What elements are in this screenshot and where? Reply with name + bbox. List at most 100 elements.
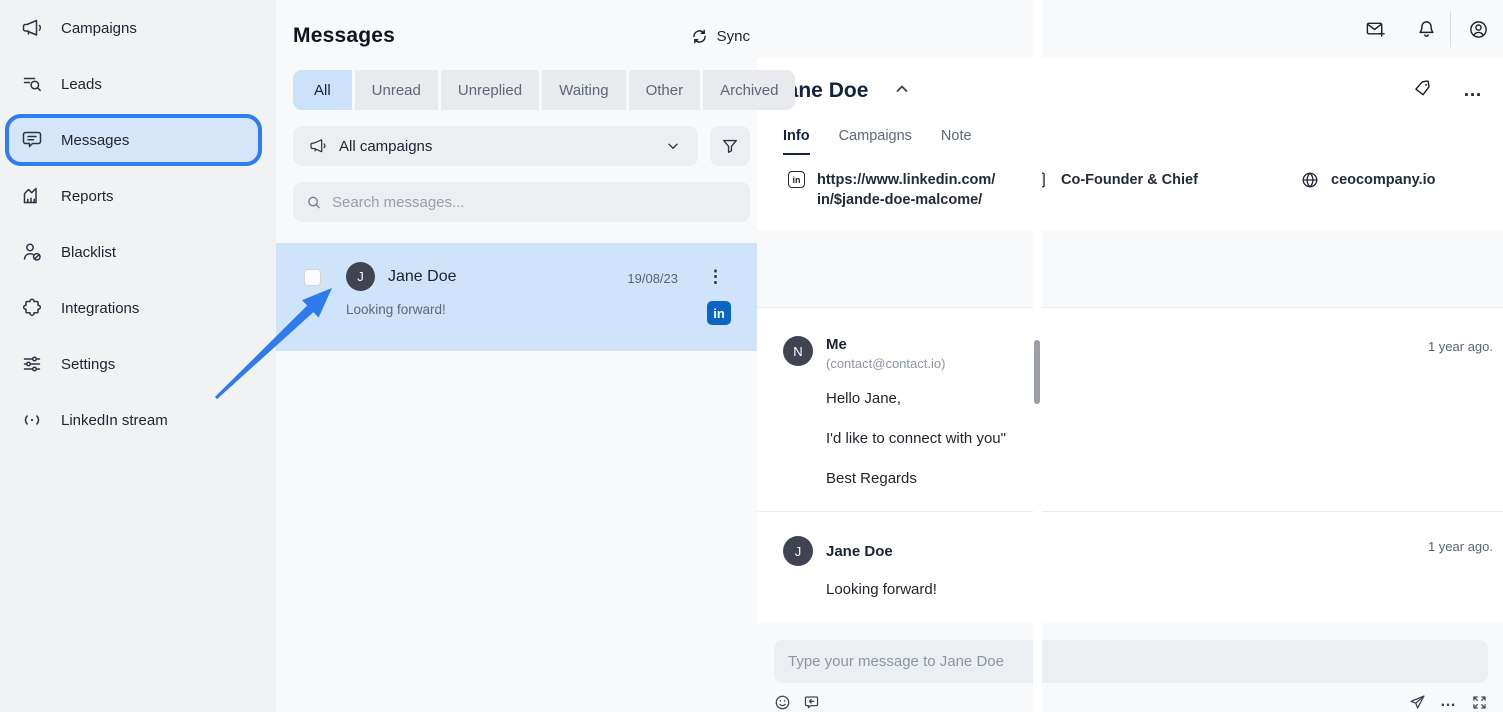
topbar-divider <box>1450 11 1451 47</box>
collapse-button[interactable] <box>895 82 909 101</box>
expand-button[interactable] <box>1471 694 1488 711</box>
message-sender-email: (contact@contact.io) <box>826 356 945 371</box>
chevron-down-icon <box>664 137 682 155</box>
contact-info-card: Jane Doe … Info Campaigns Note in https:… <box>757 58 1503 230</box>
new-message-button[interactable] <box>1365 19 1386 40</box>
scrollbar-thumb[interactable] <box>1034 340 1040 404</box>
linkedin-outline-icon: in <box>788 171 805 188</box>
sidebar-item-campaigns[interactable]: Campaigns <box>0 2 276 54</box>
contact-tabs: Info Campaigns Note <box>783 128 1487 155</box>
sidebar-item-reports[interactable]: Reports <box>0 170 276 222</box>
puzzle-icon <box>21 297 43 319</box>
messages-panel: Messages Sync All Unread Unreplied Waiti… <box>276 0 757 712</box>
mail-plus-icon <box>1365 19 1386 40</box>
conversation-list: J Jane Doe 19/08/23 ⋮ Looking forward! i… <box>276 243 757 351</box>
tab-unread[interactable]: Unread <box>355 70 438 110</box>
tab-other[interactable]: Other <box>629 70 701 110</box>
search-input[interactable] <box>332 194 737 211</box>
account-circle-icon <box>1468 19 1489 40</box>
template-button[interactable] <box>803 694 820 711</box>
chart-icon <box>21 185 43 207</box>
kebab-menu-icon[interactable]: ⋮ <box>707 268 724 285</box>
scrollbar-track[interactable] <box>1033 0 1042 712</box>
list-search-icon <box>21 73 43 95</box>
sidebar: Campaigns Leads Messages Reports Blackli… <box>0 0 276 712</box>
composer-more-icon[interactable]: … <box>1440 699 1457 705</box>
sidebar-item-label: Integrations <box>61 300 139 317</box>
message-from-jane: J Jane Doe 1 year ago. Looking forward! <box>783 536 1493 598</box>
sidebar-item-leads[interactable]: Leads <box>0 58 276 110</box>
sync-button[interactable]: Sync <box>691 28 750 45</box>
sidebar-item-label: Campaigns <box>61 20 137 37</box>
expand-icon <box>1471 694 1488 711</box>
contact-info-row: in https://www.linkedin.com/ in/$jande-d… <box>788 170 1487 210</box>
emoji-button[interactable] <box>774 694 791 711</box>
notifications-button[interactable] <box>1416 19 1437 40</box>
more-options-icon[interactable]: … <box>1463 87 1483 95</box>
sidebar-item-integrations[interactable]: Integrations <box>0 282 276 334</box>
tab-note[interactable]: Note <box>941 128 972 155</box>
funnel-icon <box>721 137 739 155</box>
send-button[interactable] <box>1409 694 1426 711</box>
globe-icon <box>1301 171 1319 189</box>
message-sender: Jane Doe <box>826 543 893 560</box>
app-window: Campaigns Leads Messages Reports Blackli… <box>0 0 1503 712</box>
quote-bubble-icon <box>803 694 820 711</box>
message-from-me: N Me (contact@contact.io) 1 year ago. He… <box>783 336 1493 487</box>
sidebar-item-label: Blacklist <box>61 244 116 261</box>
chat-bubble-icon <box>21 129 43 151</box>
campaign-filter-value: All campaigns <box>339 138 432 155</box>
message-line: Best Regards <box>826 471 1493 487</box>
message-thread: N Me (contact@contact.io) 1 year ago. He… <box>757 307 1503 623</box>
linkedin-badge-icon[interactable]: in <box>707 301 731 325</box>
filter-button[interactable] <box>710 126 750 166</box>
message-line: Looking forward! <box>826 582 1493 598</box>
topbar <box>757 0 1503 58</box>
avatar: N <box>783 336 813 366</box>
tab-waiting[interactable]: Waiting <box>542 70 625 110</box>
message-sender: Me <box>826 336 945 353</box>
tab-unreplied[interactable]: Unreplied <box>441 70 539 110</box>
message-divider <box>757 511 1503 512</box>
bell-icon <box>1416 19 1437 40</box>
megaphone-icon <box>309 137 327 155</box>
message-timestamp: 1 year ago. <box>1428 336 1493 354</box>
tab-campaigns[interactable]: Campaigns <box>839 128 912 155</box>
conversation-preview: Looking forward! <box>346 302 446 317</box>
user-block-icon <box>21 241 43 263</box>
smiley-icon <box>774 694 791 711</box>
conversation-checkbox[interactable] <box>304 269 321 286</box>
search-box <box>293 182 750 222</box>
sidebar-item-linkedin-stream[interactable]: LinkedIn stream <box>0 394 276 446</box>
tag-button[interactable] <box>1413 79 1432 103</box>
megaphone-icon <box>21 17 43 39</box>
sidebar-item-label: LinkedIn stream <box>61 412 168 429</box>
tab-info[interactable]: Info <box>783 128 810 155</box>
broadcast-icon <box>21 409 43 431</box>
message-input[interactable] <box>774 653 1488 670</box>
conversation-item-jane-doe[interactable]: J Jane Doe 19/08/23 ⋮ Looking forward! i… <box>276 243 757 351</box>
job-title-field: Co-Founder & Chief <box>1031 170 1301 210</box>
sidebar-item-settings[interactable]: Settings <box>0 338 276 390</box>
website-field[interactable]: ceocompany.io <box>1301 170 1435 210</box>
campaign-filter-dropdown[interactable]: All campaigns <box>293 126 698 166</box>
avatar: J <box>346 262 375 291</box>
composer: … <box>757 623 1503 711</box>
sidebar-item-blacklist[interactable]: Blacklist <box>0 226 276 278</box>
message-line: Hello Jane, <box>826 391 1493 407</box>
messages-title: Messages <box>293 24 395 48</box>
sidebar-item-label: Leads <box>61 76 102 93</box>
avatar: J <box>783 536 813 566</box>
tab-archived[interactable]: Archived <box>703 70 795 110</box>
chevron-up-icon <box>895 82 909 96</box>
sidebar-item-messages[interactable]: Messages <box>5 114 262 166</box>
filter-tabs: All Unread Unreplied Waiting Other Archi… <box>293 70 750 110</box>
tab-all[interactable]: All <box>293 70 352 110</box>
linkedin-url-field[interactable]: in https://www.linkedin.com/ in/$jande-d… <box>788 170 1031 210</box>
search-icon <box>306 194 322 211</box>
conversation-date: 19/08/23 <box>627 271 678 286</box>
tag-icon <box>1413 79 1432 98</box>
message-timestamp: 1 year ago. <box>1428 536 1493 554</box>
sliders-icon <box>21 353 43 375</box>
account-button[interactable] <box>1468 19 1489 40</box>
